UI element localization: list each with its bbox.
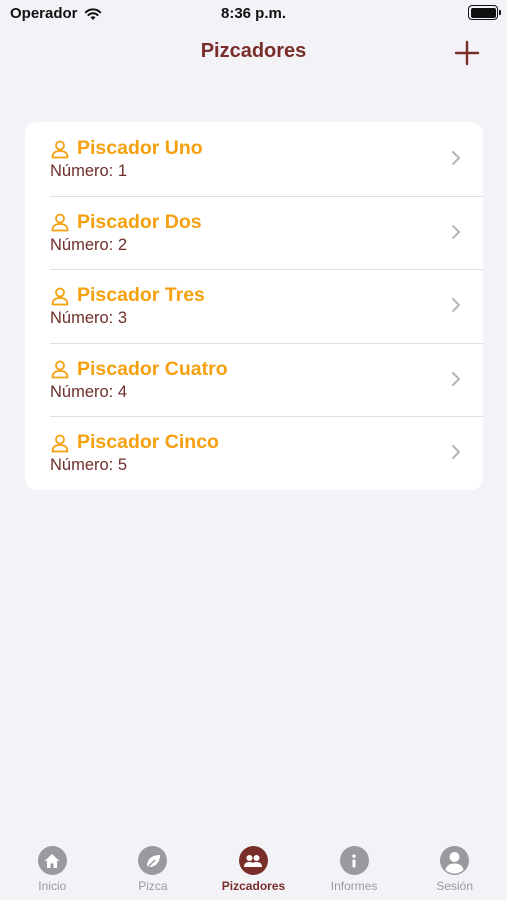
pickers-list: Piscador Uno Número: 1 Piscador Dos Núme… [25, 122, 483, 490]
tab-label: Sesión [436, 879, 474, 893]
person-outline-icon [51, 213, 69, 232]
list-item[interactable]: Piscador Dos Número: 2 [25, 195, 483, 270]
list-item[interactable]: Piscador Tres Número: 3 [25, 269, 483, 343]
leaf-icon [138, 846, 168, 875]
chevron-right-icon [452, 151, 460, 165]
house-icon [37, 846, 67, 875]
tab-label: Pizcadores [221, 879, 286, 893]
status-time: 8:36 p.m. [220, 5, 287, 22]
info-icon [339, 846, 369, 875]
person-outline-icon [51, 434, 69, 453]
list-item[interactable]: Piscador Uno Número: 1 [25, 122, 483, 196]
tab-bar: Inicio Pizca Pizcadores Informes Sesión [0, 838, 507, 900]
tab-pizca[interactable]: Pizca [103, 838, 204, 900]
picker-number: Número: 2 [50, 235, 128, 254]
picker-number: Número: 4 [50, 382, 128, 401]
person-outline-icon [51, 140, 69, 158]
status-bar: Operador 8:36 p.m. [0, 0, 507, 30]
picker-number: Número: 1 [50, 162, 128, 180]
picker-name: Piscador Uno [77, 137, 203, 159]
add-picker-button[interactable] [454, 40, 480, 66]
picker-name: Piscador Tres [77, 284, 205, 307]
picker-name: Piscador Dos [77, 210, 202, 233]
battery-icon [468, 5, 501, 20]
tab-informes[interactable]: Informes [304, 838, 405, 900]
chevron-right-icon [452, 371, 460, 386]
list-item[interactable]: Piscador Cinco Número: 5 [25, 416, 483, 490]
picker-name-row: Piscador Dos [50, 211, 202, 234]
tab-label: Informes [330, 879, 378, 893]
picker-name: Piscador Cuatro [77, 357, 228, 380]
picker-name-row: Piscador Cuatro [50, 358, 228, 381]
people-icon [238, 846, 268, 875]
tab-label: Pizca [138, 879, 168, 893]
picker-name-row: Piscador Tres [50, 284, 205, 307]
person-outline-icon [51, 360, 69, 379]
chevron-right-icon [452, 224, 460, 239]
picker-name-row: Piscador Cinco [50, 431, 219, 454]
chevron-right-icon [452, 445, 460, 460]
tab-label: Inicio [38, 879, 67, 893]
chevron-right-icon [452, 298, 460, 313]
tab-inicio[interactable]: Inicio [2, 838, 103, 900]
tab-pizcadores[interactable]: Pizcadores [203, 838, 304, 900]
person-icon [440, 846, 470, 875]
plus-icon [454, 40, 480, 66]
person-outline-icon [51, 287, 69, 306]
picker-number: Número: 3 [50, 309, 128, 328]
list-item[interactable]: Piscador Cuatro Número: 4 [25, 342, 483, 417]
picker-name: Piscador Cinco [77, 431, 219, 454]
picker-name-row: Piscador Uno [50, 137, 203, 160]
page-title: Pizcadores [200, 40, 307, 62]
tab-sesion[interactable]: Sesión [404, 838, 505, 900]
picker-number: Número: 5 [50, 456, 128, 475]
